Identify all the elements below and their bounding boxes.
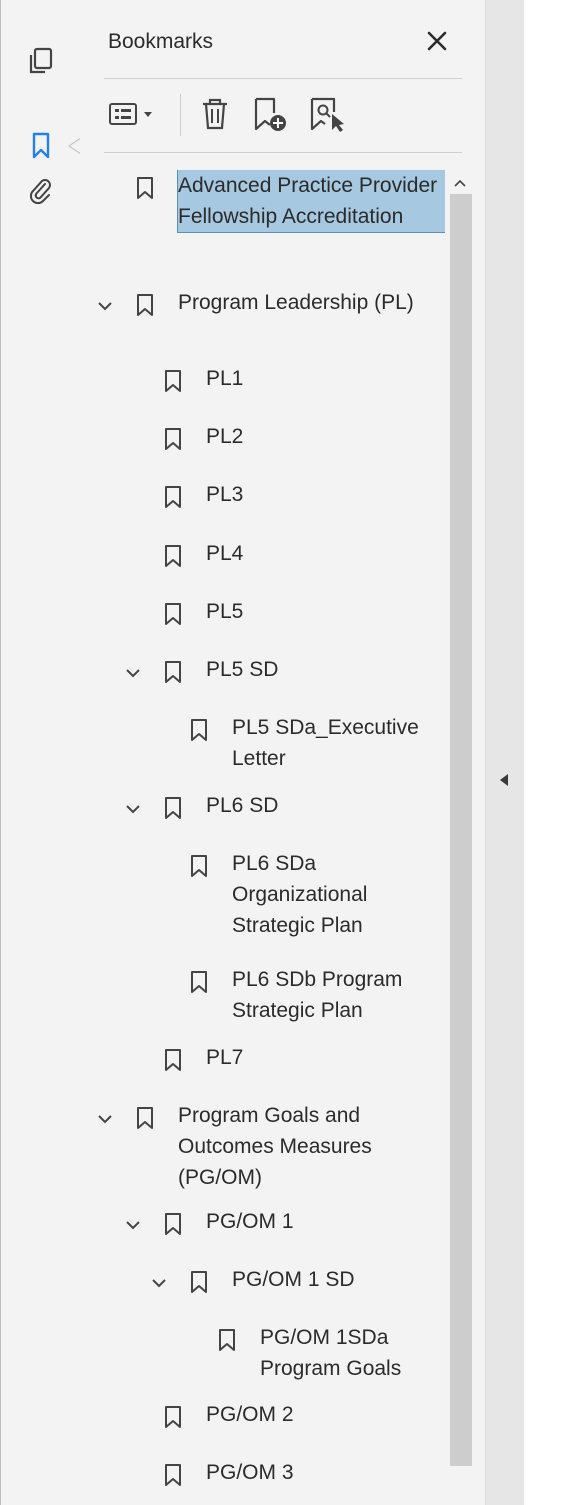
- bookmark-label[interactable]: PL5 SD: [206, 654, 346, 685]
- delete-bookmark-icon[interactable]: [196, 92, 234, 136]
- bookmark-item-icon: [219, 1329, 235, 1351]
- bookmark-label[interactable]: PL4: [206, 538, 306, 569]
- options-menu-icon[interactable]: [106, 92, 170, 136]
- bookmark-item-icon: [165, 486, 181, 508]
- collapse-pane-icon[interactable]: [498, 772, 510, 788]
- scroll-thumb[interactable]: [450, 194, 472, 1466]
- chevron-down-icon[interactable]: [124, 1216, 142, 1234]
- chevron-down-icon[interactable]: [150, 1274, 168, 1292]
- bookmark-item-icon: [191, 855, 207, 877]
- bookmark-item-icon: [191, 971, 207, 993]
- new-bookmark-icon[interactable]: [250, 92, 290, 136]
- bookmark-item-icon: [165, 545, 181, 567]
- bookmark-label[interactable]: PG/OM 3: [206, 1457, 356, 1488]
- bookmark-item-icon: [165, 1464, 181, 1486]
- bookmark-item-icon: [165, 1213, 181, 1235]
- bookmark-label[interactable]: PG/OM 1: [206, 1206, 356, 1237]
- bookmark-label[interactable]: PL5: [206, 596, 306, 627]
- bookmark-item-icon: [165, 661, 181, 683]
- bookmark-label[interactable]: PG/OM 1SDa Program Goals: [260, 1322, 440, 1384]
- document-area: [524, 0, 578, 1505]
- find-current-bookmark-icon[interactable]: [306, 92, 352, 136]
- bookmark-label[interactable]: PL6 SDa Organizational Strategic Plan: [232, 848, 432, 941]
- bookmark-label[interactable]: PL2: [206, 421, 306, 452]
- bookmark-label[interactable]: PL1: [206, 363, 306, 394]
- bookmark-label[interactable]: Advanced Practice Provider Fellowship Ac…: [177, 170, 445, 233]
- bookmarks-pane-window: Bookmarks Advanced Practice Provider Fel…: [0, 0, 578, 1505]
- chevron-down-icon[interactable]: [124, 800, 142, 818]
- chevron-down-icon[interactable]: [124, 664, 142, 682]
- bookmark-label[interactable]: PL6 SD: [206, 790, 346, 821]
- bookmark-label[interactable]: Program Goals and Outcomes Measures (PG/…: [178, 1100, 418, 1193]
- scroll-up-icon[interactable]: [446, 172, 474, 196]
- bookmark-item-icon: [165, 797, 181, 819]
- bookmark-label[interactable]: PG/OM 2: [206, 1399, 356, 1430]
- bookmark-label[interactable]: Program Leadership (PL): [178, 287, 418, 318]
- toolbar-separator: [180, 94, 181, 136]
- active-tab-notch: [68, 138, 81, 154]
- bookmark-item-icon: [165, 370, 181, 392]
- navigation-rail: [0, 0, 81, 1505]
- bookmark-icon[interactable]: [26, 130, 56, 160]
- bookmark-label[interactable]: PG/OM 1 SD: [232, 1264, 402, 1295]
- chevron-down-icon[interactable]: [96, 1110, 114, 1128]
- bookmarks-panel: Bookmarks Advanced Practice Provider Fel…: [80, 0, 486, 1505]
- bookmark-label[interactable]: PL3: [206, 479, 306, 510]
- chevron-down-icon[interactable]: [96, 297, 114, 315]
- vertical-scrollbar[interactable]: [446, 170, 474, 1505]
- bookmark-label[interactable]: PL7: [206, 1042, 306, 1073]
- bookmark-item-icon: [137, 294, 153, 316]
- bookmark-item-icon: [165, 428, 181, 450]
- pages-icon[interactable]: [26, 46, 56, 76]
- bookmark-item-icon: [191, 719, 207, 741]
- bookmark-tree: Advanced Practice Provider Fellowship Ac…: [80, 170, 445, 1505]
- bookmark-item-icon: [165, 1406, 181, 1428]
- divider: [104, 152, 462, 153]
- divider: [104, 78, 462, 79]
- bookmark-item-icon: [191, 1271, 207, 1293]
- bookmark-item-icon: [137, 1107, 153, 1129]
- bookmark-item-icon: [137, 177, 153, 199]
- bookmark-label[interactable]: PL6 SDb Program Strategic Plan: [232, 964, 442, 1026]
- bookmark-item-icon: [165, 1049, 181, 1071]
- close-icon[interactable]: [420, 24, 454, 58]
- panel-splitter[interactable]: [486, 0, 524, 1505]
- panel-title: Bookmarks: [108, 30, 214, 53]
- bookmark-label[interactable]: PL5 SDa_Executive Letter: [232, 712, 445, 774]
- attachment-icon[interactable]: [26, 176, 56, 206]
- bookmark-item-icon: [165, 603, 181, 625]
